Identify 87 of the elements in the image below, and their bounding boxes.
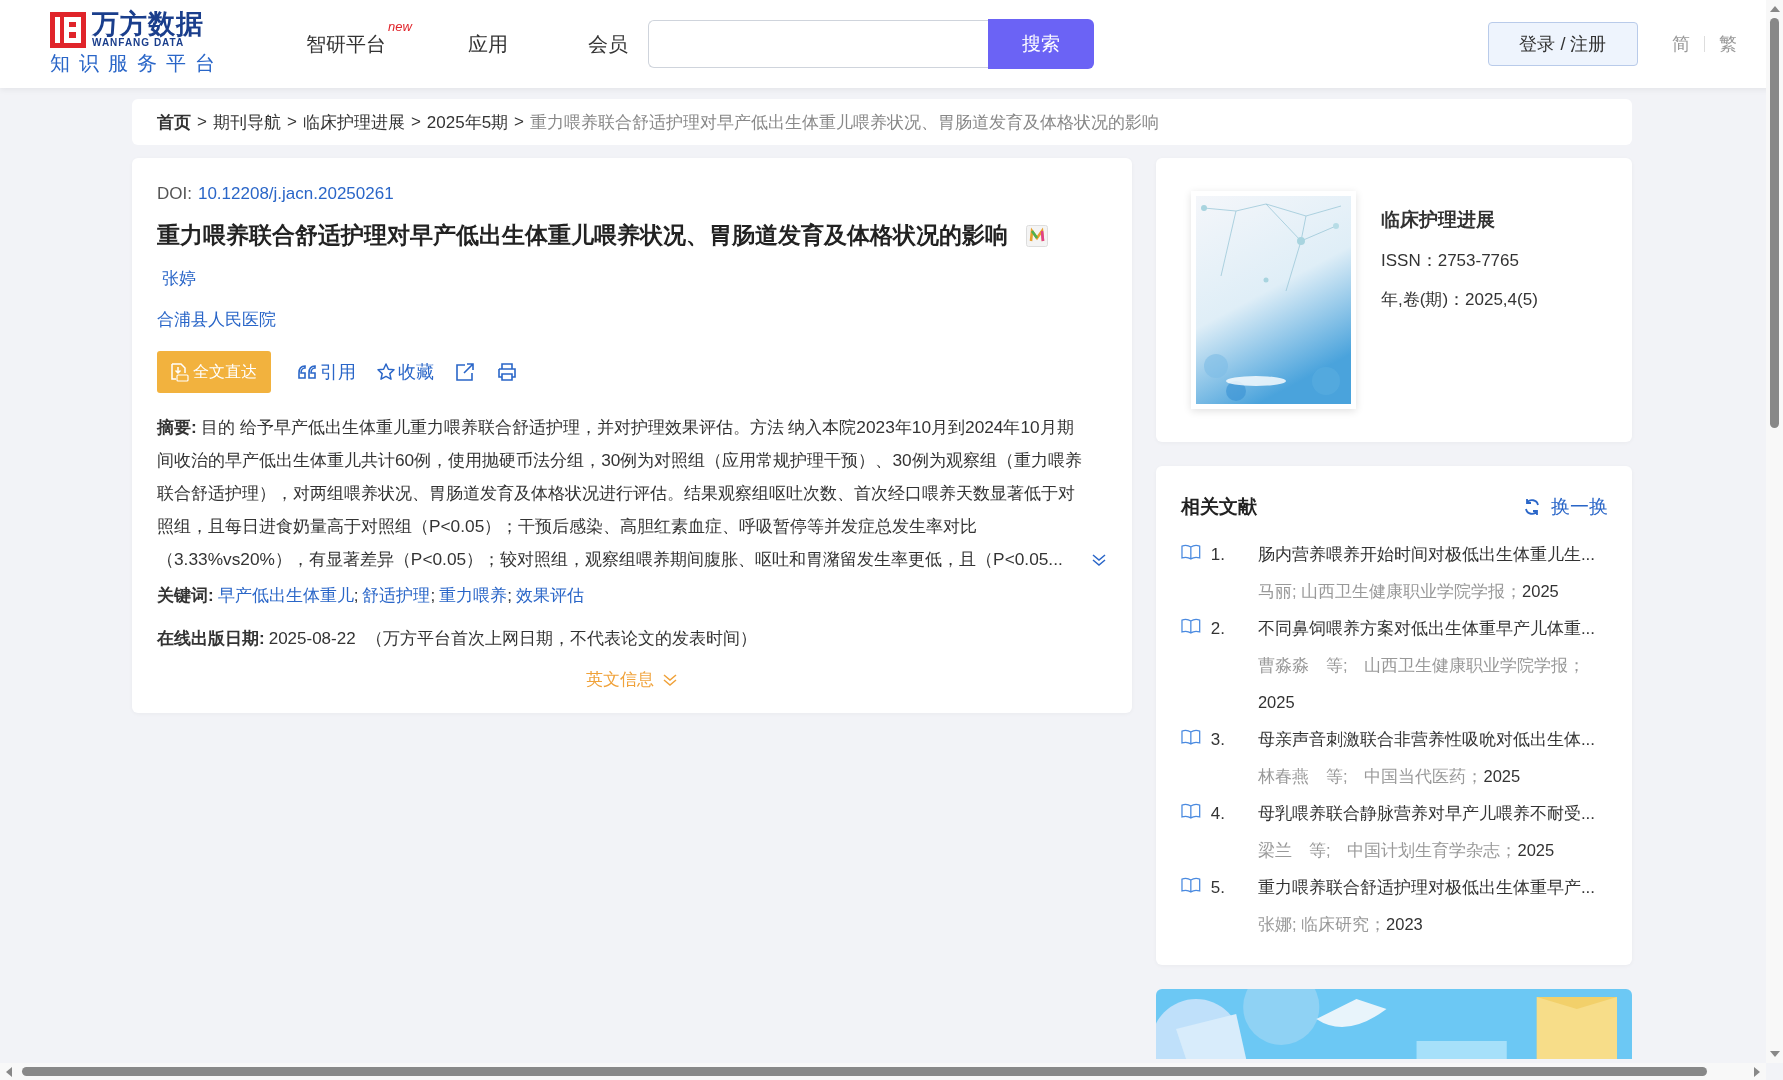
print-icon[interactable] bbox=[496, 361, 518, 383]
nav-link[interactable]: 智研平台 bbox=[306, 32, 386, 55]
language-link[interactable]: 繁 bbox=[1719, 32, 1737, 56]
share-icon[interactable] bbox=[454, 361, 476, 383]
nav-link[interactable]: 应用 bbox=[468, 32, 508, 55]
logo-tagline: 知识服务平台 bbox=[50, 51, 220, 76]
star-icon bbox=[376, 362, 396, 382]
m-logo-icon[interactable] bbox=[1026, 224, 1048, 247]
related-article-source: 马丽; 山西卫生健康职业学院学报； bbox=[1257, 581, 1523, 602]
item-number: 5. bbox=[1209, 877, 1226, 899]
logo-subtitle: WANFANG DATA bbox=[92, 37, 185, 48]
scrollbar-thumb[interactable] bbox=[22, 1067, 1707, 1076]
online-date-note: （万方平台首次上网日期，不代表论文的发表时间） bbox=[365, 628, 757, 650]
new-label: new bbox=[388, 18, 412, 34]
breadcrumb-link[interactable]: 2025年5期 bbox=[426, 110, 509, 134]
online-date-label: 在线出版日期: bbox=[157, 628, 265, 650]
scroll-down-icon[interactable] bbox=[1769, 1051, 1780, 1057]
affiliation-link[interactable]: 合浦县人民医院 bbox=[157, 310, 276, 329]
journal-issn: ISSN：2753-7765 bbox=[1381, 250, 1520, 272]
breadcrumb-separator: > bbox=[286, 112, 297, 132]
doi-link[interactable]: 10.12208/j.jacn.20250261 bbox=[197, 184, 394, 204]
keyword-link[interactable]: 重力喂养 bbox=[439, 584, 508, 607]
doi-label: DOI: bbox=[157, 184, 192, 204]
related-article-link[interactable]: 母亲声音刺激联合非营养性吸吮对低出生体... bbox=[1257, 721, 1608, 758]
related-article-link[interactable]: 肠内营养喂养开始时间对极低出生体重儿生... bbox=[1257, 536, 1608, 573]
related-article-source: 林春燕 等; 中国当代医药； bbox=[1257, 766, 1484, 787]
nav-link[interactable]: 会员 bbox=[588, 32, 628, 55]
book-icon bbox=[1181, 803, 1201, 819]
related-article-link[interactable]: 不同鼻饲喂养方案对低出生体重早产儿体重... bbox=[1257, 610, 1608, 647]
breadcrumb-separator: > bbox=[514, 112, 525, 132]
article-title: 重力喂养联合舒适护理对早产低出生体重儿喂养状况、胃肠道发育及体格状况的影响 bbox=[157, 221, 1008, 250]
related-article-source: 梁兰 等; 中国计划生育学杂志； bbox=[1257, 840, 1518, 861]
related-article-source: 曹淼淼 等; 山西卫生健康职业学院学报； bbox=[1257, 655, 1586, 676]
breadcrumb-link[interactable]: 首页 bbox=[157, 110, 191, 134]
breadcrumb-link[interactable]: 重力喂养联合舒适护理对早产低出生体重儿喂养状况、胃肠道发育及体格状况的影响 bbox=[530, 110, 1160, 134]
item-number: 3. bbox=[1209, 729, 1226, 751]
scroll-left-icon[interactable] bbox=[6, 1066, 12, 1077]
related-article-link[interactable]: 重力喂养联合舒适护理对极低出生体重早产... bbox=[1257, 869, 1608, 906]
logo-name: 万方数据 bbox=[92, 11, 204, 37]
breadcrumb-separator: > bbox=[410, 112, 421, 132]
keywords-label: 关键词: bbox=[157, 585, 214, 607]
keyword-link[interactable]: 早产低出生体重儿 bbox=[217, 584, 354, 607]
journal-name[interactable]: 临床护理进展 bbox=[1381, 207, 1538, 233]
author-link[interactable]: 张婷 bbox=[162, 269, 196, 288]
related-article-source: 张娜; 临床研究； bbox=[1257, 914, 1387, 935]
horizontal-scrollbar[interactable] bbox=[0, 1063, 1766, 1080]
related-article-year: 2025 bbox=[1257, 692, 1295, 713]
related-article-year: 2025 bbox=[1517, 840, 1555, 861]
journal-volume: 年,卷(期)：2025,4(5) bbox=[1381, 289, 1538, 311]
keyword-separator: ; bbox=[507, 585, 512, 606]
keyword-separator: ; bbox=[430, 585, 436, 606]
book-icon bbox=[1181, 544, 1201, 560]
login-button[interactable]: 登录 / 注册 bbox=[1488, 22, 1638, 66]
keyword-separator: ; bbox=[353, 585, 359, 606]
free-download-icon bbox=[169, 361, 189, 383]
quote-icon bbox=[296, 363, 318, 381]
book-icon bbox=[1181, 618, 1201, 634]
cite-button[interactable]: 引用 bbox=[296, 360, 356, 384]
keyword-link[interactable]: 舒适护理 bbox=[362, 584, 431, 607]
related-article-year: 2023 bbox=[1386, 914, 1423, 935]
item-number: 1. bbox=[1209, 544, 1226, 566]
logo-icon bbox=[50, 11, 86, 48]
scroll-right-icon[interactable] bbox=[1754, 1066, 1760, 1077]
refresh-button[interactable]: 换一换 bbox=[1523, 494, 1608, 520]
section-title: 相关文献 bbox=[1181, 495, 1257, 519]
item-number: 4. bbox=[1209, 803, 1226, 825]
scroll-up-icon[interactable] bbox=[1769, 6, 1780, 12]
breadcrumb-separator: > bbox=[197, 112, 207, 132]
online-date: 2025-08-22 bbox=[268, 628, 356, 649]
search-field[interactable] bbox=[648, 19, 988, 68]
favorite-button[interactable]: 收藏 bbox=[376, 360, 434, 384]
refresh-icon bbox=[1523, 498, 1541, 516]
vertical-scrollbar[interactable] bbox=[1766, 0, 1783, 1063]
related-article-year: 2025 bbox=[1483, 766, 1521, 787]
expand-icon bbox=[662, 672, 678, 687]
item-number: 2. bbox=[1209, 618, 1226, 640]
search-button[interactable]: 搜索 bbox=[988, 18, 1094, 69]
related-article-year: 2025 bbox=[1522, 581, 1559, 602]
abstract-text: 摘要: 目的 给予早产低出生体重儿重力喂养联合舒适护理，并对护理效果评估。方法 纳入本院2023年10月到2024年10月期间收治的早产低出生体重儿共计60例，使用抛硬币法分组，30例为对照组（应用常规护理干预）、30例为观察组（重力喂养联合舒适护理），对两组喂养状况、胃肠道发育及体格状况进行评估。结果观察组呕吐次数、首次经口喂养天数显著低于对照组，且每日进食奶量高于对照组（P<0.05）；干预后感染、高胆红素血症、呼吸暂停等并发症总发生率对比（3.33%vs20%），有显著差异（P<0.05）；较对照组，观察组喂养期间腹胀、呕吐和胃潴留发生率更低，且（P<0.05... bbox=[157, 416, 1083, 571]
breadcrumb-link[interactable]: 临床护理进展 bbox=[302, 110, 405, 134]
breadcrumb-link[interactable]: 期刊导航 bbox=[212, 110, 281, 134]
book-icon bbox=[1181, 877, 1201, 893]
keyword-link[interactable]: 效果评估 bbox=[515, 584, 584, 607]
scrollbar-thumb[interactable] bbox=[1770, 18, 1779, 428]
expand-icon[interactable] bbox=[1091, 553, 1107, 567]
related-article-link[interactable]: 母乳喂养联合静脉营养对早产儿喂养不耐受... bbox=[1257, 795, 1608, 832]
book-icon bbox=[1181, 729, 1201, 745]
